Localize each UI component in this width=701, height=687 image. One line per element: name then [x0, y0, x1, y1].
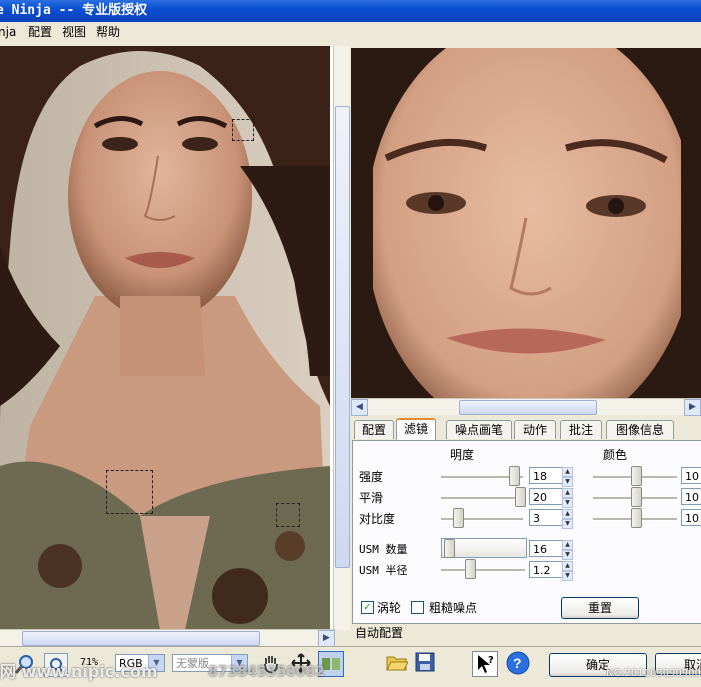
smooth-track — [441, 497, 523, 500]
usm-radius-slider[interactable] — [465, 559, 476, 579]
turbo-label: 涡轮 — [377, 601, 402, 615]
mask-select-value: 无蒙版 — [176, 657, 209, 670]
tab-actions[interactable]: 动作 — [514, 420, 556, 439]
menu-app[interactable]: nja — [0, 22, 16, 42]
menu-view[interactable]: 视图 — [62, 22, 86, 42]
smooth-value[interactable]: 20 — [529, 488, 564, 505]
whats-this-icon[interactable]: ? — [472, 651, 498, 677]
color-smooth-slider[interactable] — [631, 487, 642, 507]
smooth-spinner[interactable]: ▲ ▼ — [562, 488, 573, 508]
svg-text:?: ? — [513, 655, 522, 671]
scroll-left-button[interactable]: ◀ — [351, 399, 368, 416]
help-icon[interactable]: ? — [506, 651, 530, 675]
right-horizontal-scroll-thumb[interactable] — [459, 400, 597, 415]
svg-text:?: ? — [488, 655, 494, 666]
scroll-right-button-2[interactable]: ▶ — [684, 399, 701, 416]
smooth-label: 平滑 — [359, 491, 384, 505]
strength-label: 强度 — [359, 470, 384, 484]
usm-amount-spinner[interactable]: ▲ ▼ — [562, 540, 573, 560]
turbo-checkbox[interactable]: ✓ — [361, 601, 374, 614]
color-contrast-slider[interactable] — [631, 508, 642, 528]
coarse-noise-checkbox[interactable] — [411, 601, 424, 614]
color-strength-value[interactable]: 10 — [681, 467, 701, 484]
contrast-spinner[interactable]: ▲ ▼ — [562, 509, 573, 529]
usm-radius-track — [441, 569, 525, 572]
color-contrast-value[interactable]: 10 — [681, 509, 701, 526]
tab-filter[interactable]: 滤镜 — [396, 418, 436, 441]
menu-bar: nja 配置 视图 帮助 — [0, 22, 701, 42]
folder-open-icon[interactable] — [386, 651, 409, 673]
color-smooth-value[interactable]: 10 — [681, 488, 701, 505]
usm-radius-spinner[interactable]: ▲ ▼ — [562, 561, 573, 581]
contrast-slider[interactable] — [453, 508, 464, 528]
tab-config[interactable]: 配置 — [354, 420, 394, 439]
watermark-id: NO:20110309090053 — [606, 668, 701, 679]
color-strength-slider[interactable] — [631, 466, 642, 486]
tab-annotation[interactable]: 批注 — [560, 420, 602, 439]
scroll-right-button[interactable]: ▶ — [318, 630, 335, 647]
original-photo — [0, 46, 330, 630]
contrast-label: 对比度 — [359, 512, 396, 526]
reset-button[interactable]: 重置 — [561, 597, 639, 619]
tab-noise-brush[interactable]: 噪点画笔 — [446, 420, 512, 439]
right-horizontal-scrollbar[interactable]: ◀ ▶ — [351, 398, 701, 416]
usm-amount-value[interactable]: 16 — [529, 540, 564, 557]
preview-photo — [351, 48, 701, 398]
auto-config-label: 自动配置 — [355, 626, 404, 640]
save-icon[interactable] — [414, 651, 436, 673]
usm-amount-label: USM 数量 — [359, 543, 408, 556]
left-vertical-scroll-thumb[interactable] — [335, 106, 350, 568]
left-vertical-scrollbar[interactable] — [333, 46, 350, 630]
menu-config[interactable]: 配置 — [28, 22, 52, 42]
usm-radius-value[interactable]: 1.2 — [529, 561, 564, 578]
brightness-header: 明度 — [450, 448, 475, 462]
filter-tabs: 配置 滤镜 噪点画笔 动作 批注 图像信息 — [352, 418, 701, 441]
left-horizontal-scroll-thumb[interactable] — [22, 631, 260, 646]
menu-help[interactable]: 帮助 — [96, 22, 120, 42]
smooth-slider[interactable] — [515, 487, 526, 507]
window-title: e Ninja -- 专业版授权 — [0, 3, 148, 18]
filter-panel: 明度 颜色 强度 18 ▲ ▼ 10 平滑 20 ▲ ▼ 10 对比度 3 ▲ ▼ 1… — [352, 440, 701, 624]
coarse-noise-label: 粗糙噪点 — [429, 601, 478, 615]
strength-slider[interactable] — [509, 466, 520, 486]
left-horizontal-scrollbar[interactable]: ▶ — [0, 629, 335, 647]
usm-amount-slider[interactable] — [444, 539, 455, 558]
tab-image-info[interactable]: 图像信息 — [606, 420, 674, 439]
contrast-value[interactable]: 3 — [529, 509, 564, 526]
selection-marquee-1[interactable] — [232, 119, 254, 141]
usm-radius-label: USM 半径 — [359, 564, 408, 577]
strength-spinner[interactable]: ▲ ▼ — [562, 467, 573, 487]
color-header: 颜色 — [603, 448, 628, 462]
original-image-pane[interactable] — [0, 46, 336, 630]
title-bar: e Ninja -- 专业版授权 — [0, 0, 701, 22]
watermark-site: 网 www.nipic.com — [0, 662, 158, 681]
strength-value[interactable]: 18 — [529, 467, 564, 484]
preview-image-pane[interactable] — [351, 48, 701, 398]
watermark-numbers: 873845350002 — [208, 664, 325, 680]
selection-marquee-3[interactable] — [276, 503, 300, 527]
selection-marquee-2[interactable] — [106, 470, 153, 514]
